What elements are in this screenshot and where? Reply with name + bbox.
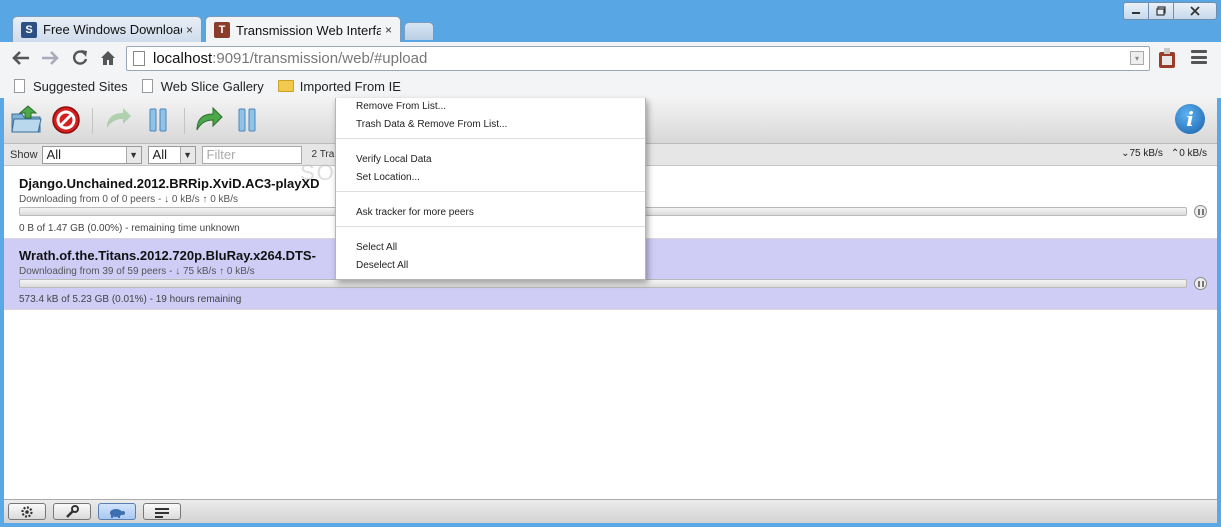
menu-separator xyxy=(336,226,645,227)
home-button[interactable] xyxy=(97,47,119,69)
gear-icon xyxy=(21,505,33,518)
menu-item-deselect-all[interactable]: Deselect All xyxy=(356,260,408,271)
browser-toolbar: localhost:9091/transmission/web/#upload … xyxy=(0,42,1221,74)
progress-bar xyxy=(19,279,1187,288)
bookmark-imported-from-ie[interactable]: Imported From IE xyxy=(277,78,401,94)
window-close-button[interactable] xyxy=(1173,2,1217,20)
show-label: Show xyxy=(10,148,38,161)
tracker-filter-value: All xyxy=(152,147,167,162)
settings-button[interactable] xyxy=(53,503,91,520)
bookmarks-bar: Suggested Sites Web Slice Gallery Import… xyxy=(0,74,1221,98)
menu-separator xyxy=(336,191,645,192)
open-torrent-icon[interactable] xyxy=(10,104,42,136)
home-icon xyxy=(101,51,115,65)
wrench-icon xyxy=(66,504,79,518)
torrent-count: 2 Tra xyxy=(311,149,335,160)
softpedia-favicon-icon: S xyxy=(21,21,37,38)
list-icon xyxy=(155,507,169,518)
pause-icon[interactable] xyxy=(1194,205,1207,218)
arrow-right-icon xyxy=(42,51,59,65)
page-icon xyxy=(14,79,25,93)
state-filter-value: All xyxy=(46,147,61,162)
bookmark-label: Web Slice Gallery xyxy=(160,78,264,94)
transmission-extension-icon[interactable] xyxy=(1158,47,1176,69)
torrent-name: Django.Unchained.2012.BRRip.XviD.AC3-pla… xyxy=(19,176,320,191)
tab-label: Transmission Web Interfac xyxy=(236,22,381,38)
pause-torrent-icon[interactable] xyxy=(142,104,174,136)
restore-icon xyxy=(1156,6,1166,16)
menu-item-verify-local-data[interactable]: Verify Local Data xyxy=(356,154,432,165)
torrent-status: 0 B of 1.47 GB (0.00%) - remaining time … xyxy=(19,223,240,234)
bookmark-label: Suggested Sites xyxy=(33,78,128,94)
toolbar-separator xyxy=(92,108,93,134)
remove-torrent-icon[interactable] xyxy=(50,104,82,136)
new-tab-button[interactable] xyxy=(404,22,434,40)
url-host: localhost xyxy=(153,50,213,67)
transfer-speeds: ⌄75 kB/s ⌃0 kB/s xyxy=(1121,148,1207,159)
browser-titlebar: S Free Windows Downloads × T Transmissio… xyxy=(0,0,1221,43)
menu-item-remove-from-list[interactable]: Remove From List... xyxy=(356,101,446,112)
back-button[interactable] xyxy=(10,47,32,69)
tracker-filter-select[interactable]: All ▼ xyxy=(147,145,196,164)
bookmark-web-slice-gallery[interactable]: Web Slice Gallery xyxy=(141,78,264,94)
turtle-icon xyxy=(110,508,125,518)
state-filter-select[interactable]: All ▼ xyxy=(41,145,142,164)
transmission-favicon-icon: T xyxy=(214,22,230,38)
tab-transmission-web-interface[interactable]: T Transmission Web Interfac × xyxy=(205,16,401,43)
context-menu: Remove From List... Trash Data & Remove … xyxy=(335,98,646,280)
compact-view-button[interactable] xyxy=(143,503,181,520)
folder-icon xyxy=(277,80,294,92)
forward-button[interactable] xyxy=(39,47,61,69)
menu-separator xyxy=(336,138,645,139)
minimize-icon xyxy=(1132,12,1140,14)
tab-free-windows-downloads[interactable]: S Free Windows Downloads × xyxy=(12,16,202,42)
tab-close-icon[interactable]: × xyxy=(385,23,392,37)
tab-label: Free Windows Downloads xyxy=(43,22,182,37)
tab-close-icon[interactable]: × xyxy=(186,23,193,37)
reload-icon xyxy=(73,50,88,65)
torrent-name: Wrath.of.the.Titans.2012.720p.BluRay.x26… xyxy=(19,248,316,263)
turtle-mode-button[interactable] xyxy=(98,503,136,520)
pause-all-icon[interactable] xyxy=(231,104,263,136)
bottom-toolbar xyxy=(4,499,1217,523)
filter-placeholder: Filter xyxy=(206,147,236,162)
toolbar-separator xyxy=(184,108,185,134)
page-icon xyxy=(133,51,145,66)
menu-item-trash-data[interactable]: Trash Data & Remove From List... xyxy=(356,119,507,130)
resume-torrent-icon[interactable] xyxy=(101,104,133,136)
bookmark-star-icon[interactable]: ▾ xyxy=(1130,51,1144,65)
window-maximize-button[interactable] xyxy=(1148,2,1174,20)
filter-input[interactable]: Filter xyxy=(201,145,302,164)
chrome-menu-icon[interactable] xyxy=(1191,50,1207,64)
upload-speed: ⌃0 kB/s xyxy=(1170,148,1207,159)
reload-button[interactable] xyxy=(69,47,91,69)
download-speed: ⌄75 kB/s xyxy=(1121,148,1163,159)
url-path: :9091/transmission/web/#upload xyxy=(212,50,428,67)
menu-item-select-all[interactable]: Select All xyxy=(356,242,397,253)
arrow-left-icon xyxy=(12,51,29,65)
menu-item-set-location[interactable]: Set Location... xyxy=(356,172,420,183)
address-bar[interactable]: localhost:9091/transmission/web/#upload … xyxy=(126,46,1150,71)
bookmark-suggested-sites[interactable]: Suggested Sites xyxy=(14,79,128,94)
torrent-peers: Downloading from 39 of 59 peers - ↓ 75 k… xyxy=(19,266,255,277)
info-icon[interactable]: i xyxy=(1175,104,1205,134)
page-icon xyxy=(141,79,153,93)
bookmark-label: Imported From IE xyxy=(299,78,401,94)
torrent-status: 573.4 kB of 5.23 GB (0.01%) - 19 hours r… xyxy=(19,294,242,305)
resume-all-icon[interactable] xyxy=(191,104,223,136)
chevron-down-icon: ▼ xyxy=(179,146,195,163)
window-minimize-button[interactable] xyxy=(1123,2,1149,20)
torrent-peers: Downloading from 0 of 0 peers - ↓ 0 kB/s… xyxy=(19,194,238,205)
chevron-down-icon: ▼ xyxy=(125,146,141,163)
preferences-button[interactable] xyxy=(8,503,46,520)
menu-item-ask-tracker[interactable]: Ask tracker for more peers xyxy=(356,207,474,218)
pause-icon[interactable] xyxy=(1194,277,1207,290)
close-icon xyxy=(1190,6,1200,16)
